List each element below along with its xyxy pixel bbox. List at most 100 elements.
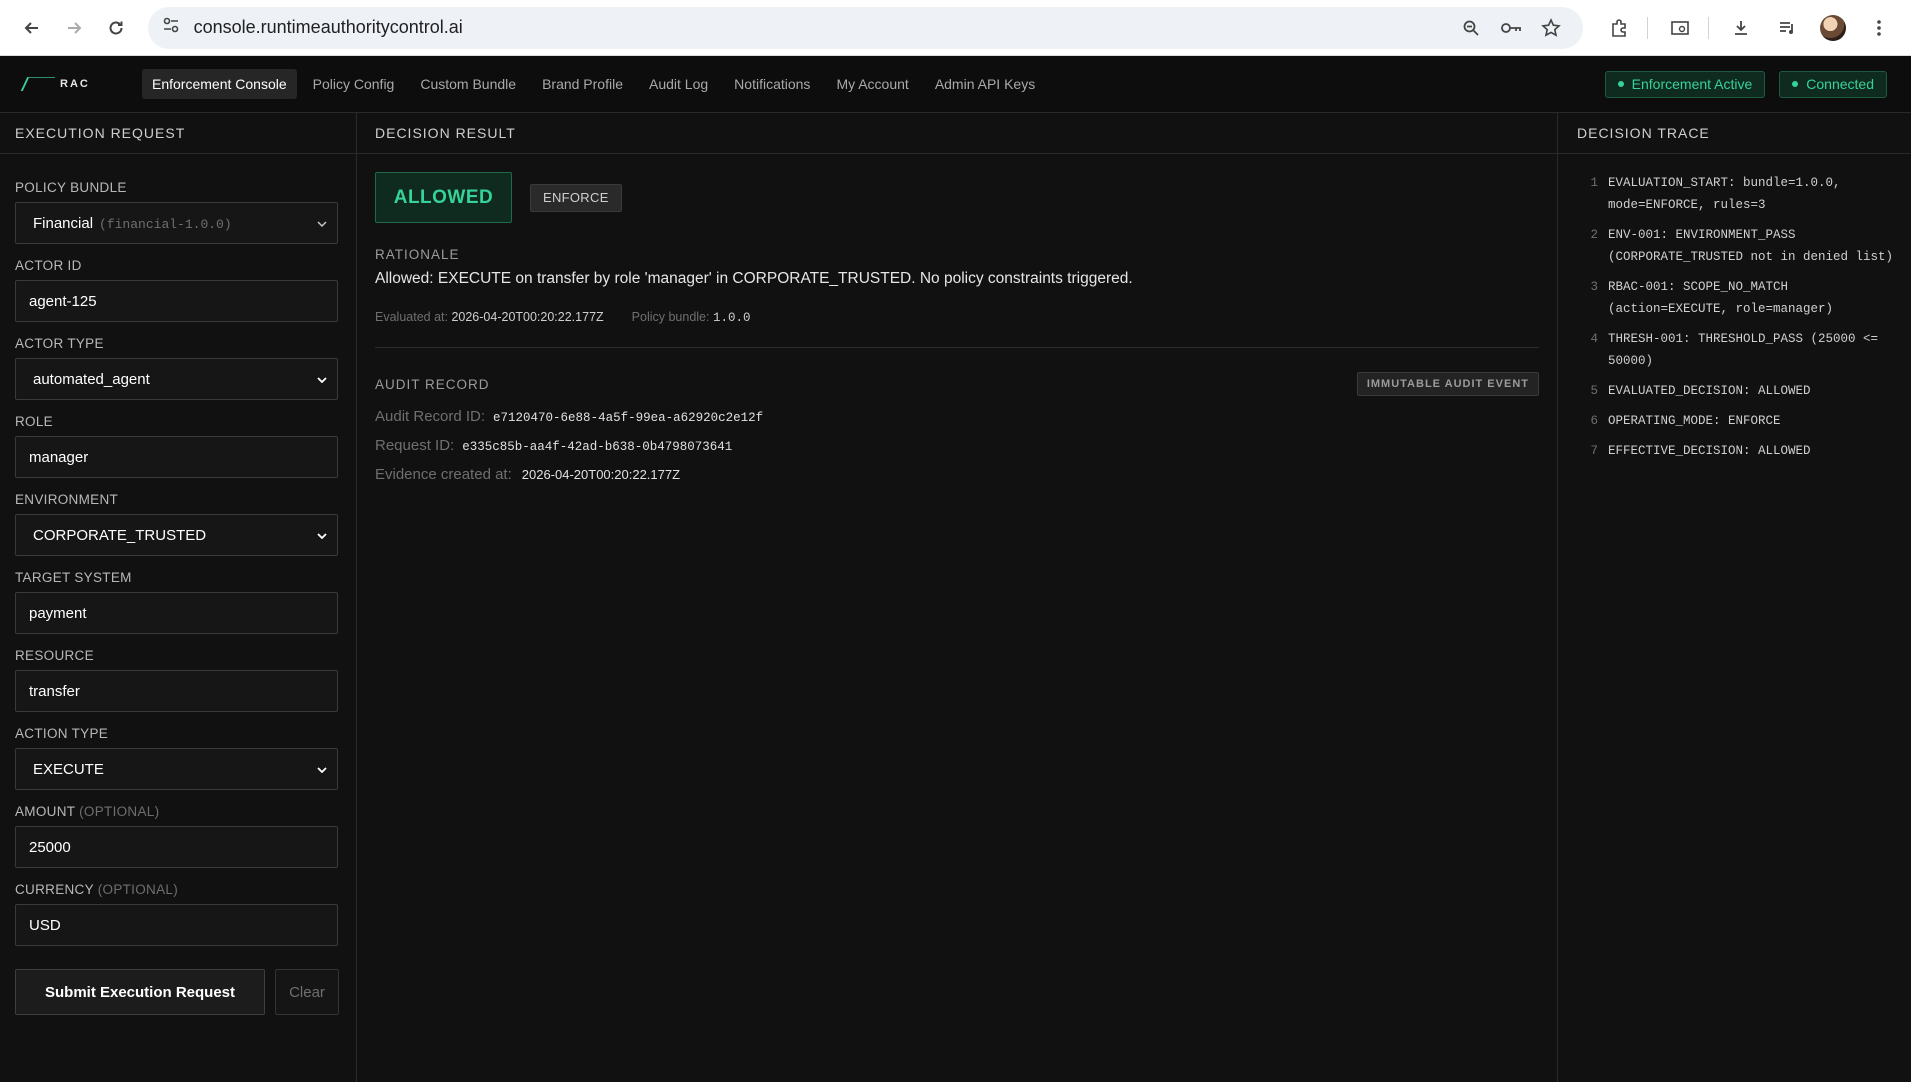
key-icon[interactable] xyxy=(1493,10,1529,46)
execution-request-form: POLICY BUNDLE Financial (financial-1.0.0)… xyxy=(0,154,356,1015)
nav-brand-profile[interactable]: Brand Profile xyxy=(532,69,633,99)
logo[interactable]: RAC xyxy=(20,69,104,99)
url-text: console.runtimeauthoritycontrol.ai xyxy=(193,17,463,37)
trace-item: 7 EFFECTIVE_DECISION: ALLOWED xyxy=(1580,440,1895,462)
back-icon[interactable] xyxy=(14,10,50,46)
policy-bundle-select[interactable]: Financial (financial-1.0.0) xyxy=(15,202,338,244)
evidence-created-row: Evidence created at: 2026-04-20T00:20:22… xyxy=(375,466,1539,483)
toolbar-divider xyxy=(1707,16,1709,39)
app-header: RAC Enforcement Console Policy Config Cu… xyxy=(0,56,1911,113)
trace-number: 6 xyxy=(1590,414,1598,428)
nav-notifications[interactable]: Notifications xyxy=(724,69,820,99)
forward-icon[interactable] xyxy=(56,10,92,46)
resource-input[interactable]: transfer xyxy=(15,670,338,712)
nav-my-account[interactable]: My Account xyxy=(826,69,918,99)
amount-label: AMOUNT (OPTIONAL) xyxy=(15,804,341,819)
evaluated-at-value: 2026-04-20T00:20:22.177Z xyxy=(451,310,604,324)
nav-audit-log[interactable]: Audit Log xyxy=(639,69,718,99)
tab-search-icon[interactable] xyxy=(1662,10,1698,46)
nav-policy-config[interactable]: Policy Config xyxy=(303,69,405,99)
more-menu-icon[interactable] xyxy=(1861,10,1897,46)
browser-toolbar: console.runtimeauthoritycontrol.ai xyxy=(0,0,1911,56)
extensions-icon[interactable] xyxy=(1601,10,1637,46)
download-icon[interactable] xyxy=(1723,10,1759,46)
audit-record-label: AUDIT RECORD xyxy=(375,376,490,392)
trace-number: 2 xyxy=(1590,228,1598,242)
policy-bundle-key: Policy bundle: xyxy=(631,310,710,324)
trace-item: 2 ENV-001: ENVIRONMENT_PASS (CORPORATE_TR… xyxy=(1580,224,1895,268)
environment-value: CORPORATE_TRUSTED xyxy=(33,526,207,544)
media-control-icon[interactable] xyxy=(1769,10,1805,46)
decision-trace-title: DECISION TRACE xyxy=(1558,113,1911,154)
actor-type-label: ACTOR TYPE xyxy=(15,336,104,351)
zoom-icon[interactable] xyxy=(1453,10,1489,46)
audit-record-header: AUDIT RECORD IMMUTABLE AUDIT EVENT xyxy=(375,372,1539,396)
nav-enforcement-console[interactable]: Enforcement Console xyxy=(142,69,297,99)
role-input[interactable]: manager xyxy=(15,436,338,478)
main-layout: EXECUTION REQUEST POLICY BUNDLE Financia… xyxy=(0,113,1911,1082)
currency-label-text: CURRENCY xyxy=(15,882,94,897)
decision-result-body: ALLOWED ENFORCE RATIONALE Allowed: EXECU… xyxy=(357,154,1557,483)
logo-text: RAC xyxy=(60,78,90,90)
amount-label-text: AMOUNT xyxy=(15,804,76,819)
currency-optional-text: (OPTIONAL) xyxy=(97,882,178,897)
profile-avatar[interactable] xyxy=(1815,10,1851,46)
amount-optional-text: (OPTIONAL) xyxy=(79,804,160,819)
evidence-created-value: 2026-04-20T00:20:22.177Z xyxy=(521,467,681,482)
connected-label: Connected xyxy=(1806,76,1874,92)
role-label: ROLE xyxy=(15,414,53,429)
amount-input[interactable]: 25000 xyxy=(15,826,338,868)
address-bar[interactable]: console.runtimeauthoritycontrol.ai xyxy=(147,6,1583,49)
section-divider xyxy=(375,347,1539,348)
nav-custom-bundle[interactable]: Custom Bundle xyxy=(410,69,526,99)
trace-text: EFFECTIVE_DECISION: ALLOWED xyxy=(1608,444,1811,458)
resource-label: RESOURCE xyxy=(15,648,94,663)
main-nav: Enforcement Console Policy Config Custom… xyxy=(142,69,1045,99)
trace-text: EVALUATION_START: bundle=1.0.0, mode=ENF… xyxy=(1608,176,1841,212)
policy-bundle-value: Financial xyxy=(33,214,94,232)
decision-result-panel: DECISION RESULT ALLOWED ENFORCE RATIONAL… xyxy=(357,113,1558,1082)
chevron-down-icon xyxy=(317,762,327,776)
evaluation-meta: Evaluated at: 2026-04-20T00:20:22.177Z P… xyxy=(375,310,1539,325)
reload-icon[interactable] xyxy=(98,10,134,46)
enforcement-active-badge: Enforcement Active xyxy=(1604,70,1766,98)
policy-bundle-sub: (financial-1.0.0) xyxy=(99,216,232,232)
trace-item: 6 OPERATING_MODE: ENFORCE xyxy=(1580,410,1895,432)
status-dot-icon xyxy=(1792,81,1799,87)
target-system-input[interactable]: payment xyxy=(15,592,338,634)
bookmark-star-icon[interactable] xyxy=(1533,10,1569,46)
decision-result-title: DECISION RESULT xyxy=(357,113,1557,154)
trace-number: 4 xyxy=(1590,332,1598,346)
trace-text: EVALUATED_DECISION: ALLOWED xyxy=(1608,384,1811,398)
decision-result-badge: ALLOWED xyxy=(375,172,512,223)
actor-id-input[interactable]: agent-125 xyxy=(15,280,338,322)
actor-type-select[interactable]: automated_agent xyxy=(15,358,338,400)
trace-item: 1 EVALUATION_START: bundle=1.0.0, mode=EN… xyxy=(1580,172,1895,216)
trace-text: OPERATING_MODE: ENFORCE xyxy=(1608,414,1781,428)
decision-row: ALLOWED ENFORCE xyxy=(375,172,1539,223)
toolbar-divider xyxy=(1646,16,1648,39)
currency-input[interactable]: USD xyxy=(15,904,338,946)
trace-item: 5 EVALUATED_DECISION: ALLOWED xyxy=(1580,380,1895,402)
logo-mark-icon xyxy=(20,77,56,91)
trace-text: RBAC-001: SCOPE_NO_MATCH (action=EXECUTE… xyxy=(1608,280,1834,316)
nav-admin-api-keys[interactable]: Admin API Keys xyxy=(925,69,1045,99)
request-id-value: e335c85b-aa4f-42ad-b638-0b4798073641 xyxy=(462,440,733,454)
trace-item: 4 THRESH-001: THRESHOLD_PASS (25000 <= 50… xyxy=(1580,328,1895,372)
clear-button[interactable]: Clear xyxy=(275,969,339,1015)
action-type-select[interactable]: EXECUTE xyxy=(15,748,338,790)
form-actions: Submit Execution Request Clear xyxy=(15,969,341,1015)
site-settings-icon[interactable] xyxy=(162,16,180,39)
submit-execution-request-button[interactable]: Submit Execution Request xyxy=(15,969,265,1015)
trace-number: 5 xyxy=(1590,384,1598,398)
connected-badge: Connected xyxy=(1779,70,1887,98)
trace-number: 1 xyxy=(1590,176,1598,190)
policy-bundle-version: 1.0.0 xyxy=(712,311,751,325)
policy-bundle-label: POLICY BUNDLE xyxy=(15,180,127,195)
execution-request-panel: EXECUTION REQUEST POLICY BUNDLE Financia… xyxy=(0,113,357,1082)
evaluated-at-key: Evaluated at: xyxy=(375,310,448,324)
audit-record-id-key: Audit Record ID: xyxy=(375,408,486,425)
environment-select[interactable]: CORPORATE_TRUSTED xyxy=(15,514,338,556)
request-id-key: Request ID: xyxy=(375,437,455,454)
action-type-value: EXECUTE xyxy=(33,760,104,778)
